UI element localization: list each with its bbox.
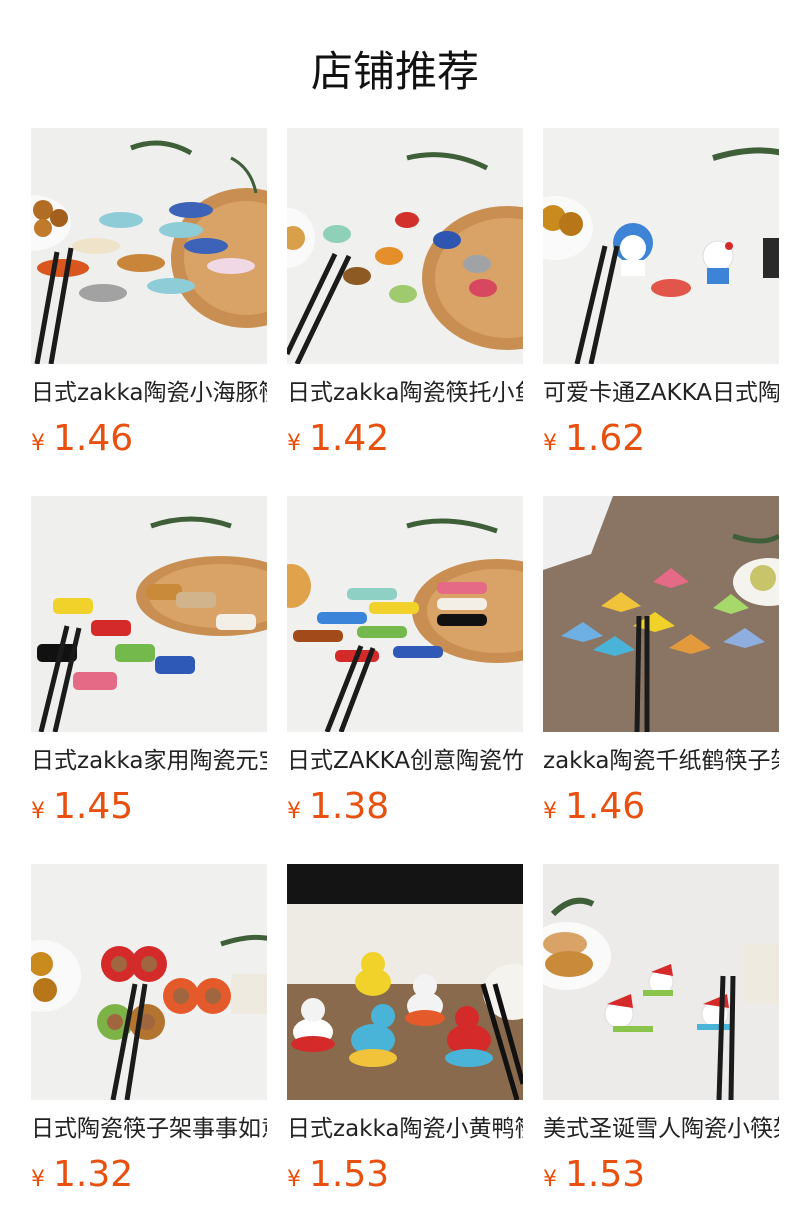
product-image[interactable]	[287, 864, 523, 1100]
currency-symbol: ¥	[287, 431, 301, 456]
product-name[interactable]: 可爱卡通ZAKKA日式陶瓷筷架	[543, 376, 779, 410]
price-value: 1.62	[565, 418, 646, 459]
product-card[interactable]: 日式zakka陶瓷小海豚筷子架 ¥1.46	[31, 128, 267, 459]
product-price: ¥1.53	[287, 1154, 389, 1195]
product-name[interactable]: 美式圣诞雪人陶瓷小筷架	[543, 1112, 779, 1146]
product-price: ¥1.62	[543, 418, 645, 459]
product-image[interactable]	[31, 864, 267, 1100]
product-card[interactable]: 日式zakka陶瓷小黄鸭筷架 ¥1.53	[287, 864, 523, 1195]
currency-symbol: ¥	[543, 1167, 557, 1192]
price-value: 1.46	[53, 418, 134, 459]
price-value: 1.32	[53, 1154, 134, 1195]
product-image[interactable]	[31, 128, 267, 364]
product-name[interactable]: 日式zakka陶瓷小黄鸭筷架	[287, 1112, 523, 1146]
price-value: 1.45	[53, 786, 134, 827]
product-name[interactable]: zakka陶瓷千纸鹤筷子架	[543, 744, 779, 778]
currency-symbol: ¥	[543, 431, 557, 456]
product-price: ¥1.53	[543, 1154, 645, 1195]
product-name[interactable]: 日式zakka陶瓷小海豚筷子架	[31, 376, 267, 410]
product-price: ¥1.46	[543, 786, 645, 827]
product-price: ¥1.32	[31, 1154, 133, 1195]
currency-symbol: ¥	[31, 799, 45, 824]
price-value: 1.42	[309, 418, 390, 459]
product-name[interactable]: 日式zakka家用陶瓷元宝筷架	[31, 744, 267, 778]
price-value: 1.38	[309, 786, 390, 827]
product-image[interactable]	[287, 496, 523, 732]
product-card[interactable]: 日式陶瓷筷子架事事如意 ¥1.32	[31, 864, 267, 1195]
product-image[interactable]	[287, 128, 523, 364]
product-card[interactable]: 日式zakka陶瓷筷托小鱼 ¥1.42	[287, 128, 523, 459]
price-value: 1.46	[565, 786, 646, 827]
product-price: ¥1.45	[31, 786, 133, 827]
product-price: ¥1.42	[287, 418, 389, 459]
currency-symbol: ¥	[31, 1167, 45, 1192]
currency-symbol: ¥	[543, 799, 557, 824]
product-name[interactable]: 日式zakka陶瓷筷托小鱼	[287, 376, 523, 410]
currency-symbol: ¥	[287, 1167, 301, 1192]
price-value: 1.53	[309, 1154, 390, 1195]
currency-symbol: ¥	[287, 799, 301, 824]
product-image[interactable]	[31, 496, 267, 732]
product-name[interactable]: 日式ZAKKA创意陶瓷竹节筷架	[287, 744, 523, 778]
product-image[interactable]	[543, 128, 779, 364]
product-image[interactable]	[543, 864, 779, 1100]
product-name[interactable]: 日式陶瓷筷子架事事如意	[31, 1112, 267, 1146]
price-value: 1.53	[565, 1154, 646, 1195]
section-title: 店铺推荐	[310, 47, 479, 96]
currency-symbol: ¥	[31, 431, 45, 456]
product-image[interactable]	[543, 496, 779, 732]
product-card[interactable]: 日式zakka家用陶瓷元宝筷架 ¥1.45	[31, 496, 267, 827]
product-price: ¥1.46	[31, 418, 133, 459]
product-card[interactable]: 美式圣诞雪人陶瓷小筷架 ¥1.53	[543, 864, 779, 1195]
product-card[interactable]: 可爱卡通ZAKKA日式陶瓷筷架 ¥1.62	[543, 128, 779, 459]
product-card[interactable]: 日式ZAKKA创意陶瓷竹节筷架 ¥1.38	[287, 496, 523, 827]
product-price: ¥1.38	[287, 786, 389, 827]
product-card[interactable]: zakka陶瓷千纸鹤筷子架 ¥1.46	[543, 496, 779, 827]
